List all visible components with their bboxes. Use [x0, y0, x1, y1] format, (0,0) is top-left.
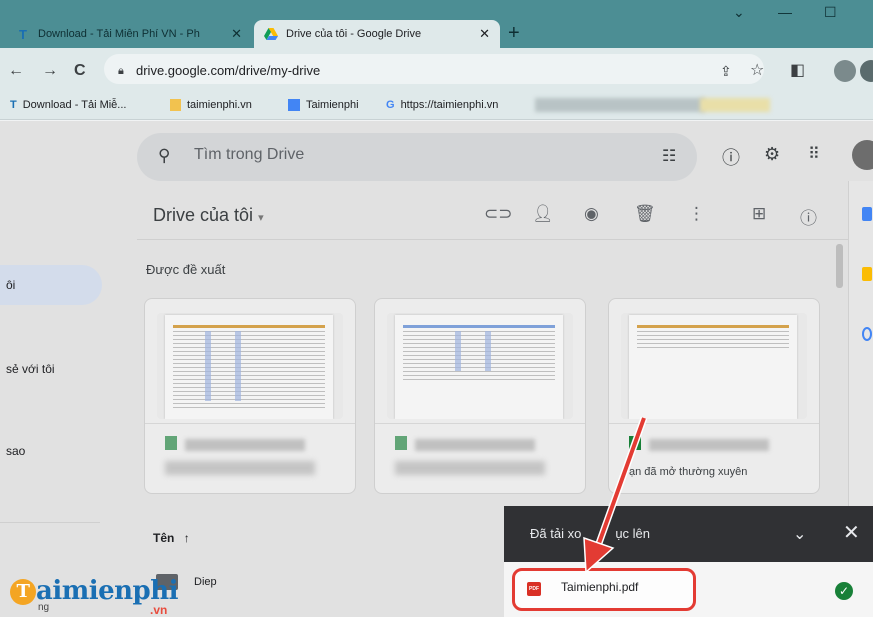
- annotation-arrow-icon: [583, 416, 648, 574]
- taimienphi-logo: Taimienphi: [10, 576, 179, 606]
- logo-suffix: .vn: [150, 603, 168, 617]
- nav-storage[interactable]: ng: [38, 602, 49, 613]
